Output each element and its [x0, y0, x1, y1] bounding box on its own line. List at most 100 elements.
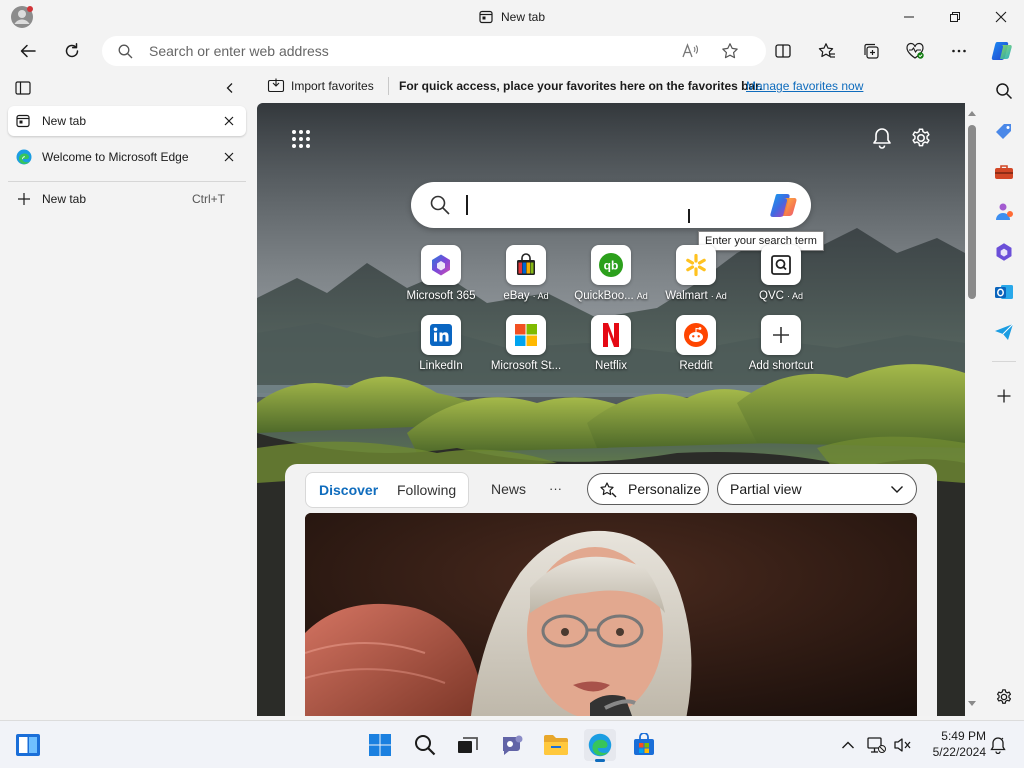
sidebar-microsoft365-button[interactable] [988, 236, 1020, 268]
refresh-button[interactable] [56, 35, 88, 67]
file-explorer-button[interactable] [540, 729, 572, 761]
tile-icon-container [761, 245, 801, 285]
task-view-button[interactable] [452, 729, 484, 761]
more-tabs-button[interactable]: ··· [549, 481, 562, 496]
browser-toolbar [0, 33, 1024, 69]
scroll-thumb[interactable] [968, 125, 976, 299]
personalize-button[interactable]: Personalize [587, 473, 709, 505]
settings-more-button[interactable] [943, 35, 975, 67]
tile-label: Reddit [679, 360, 713, 372]
edge-taskbar-button[interactable] [584, 729, 616, 762]
collections-button[interactable] [855, 35, 887, 67]
close-tab-button[interactable] [220, 148, 238, 166]
tile-label: LinkedIn [419, 360, 463, 372]
restore-icon [950, 11, 960, 22]
read-aloud-button[interactable] [678, 39, 702, 63]
sidebar-tools-button[interactable] [988, 156, 1020, 188]
sidebar-games-button[interactable] [988, 196, 1020, 228]
import-icon [267, 78, 285, 93]
view-mode-select[interactable]: Partial view [717, 473, 917, 505]
volume-button[interactable] [890, 729, 914, 761]
tab-following[interactable]: Following [397, 482, 456, 498]
tab-label: New tab [42, 114, 87, 128]
widgets-icon [16, 734, 40, 756]
windows-logo-icon [369, 734, 391, 756]
tab-welcome-edge[interactable]: Welcome to Microsoft Edge [8, 142, 246, 172]
widgets-button[interactable] [12, 729, 44, 761]
tab-actions-button[interactable] [10, 77, 36, 99]
featured-story-card[interactable] [305, 513, 917, 716]
minimize-button[interactable] [886, 0, 932, 33]
sidebar-shopping-button[interactable] [988, 116, 1020, 148]
network-status-button[interactable] [864, 729, 888, 761]
restore-button[interactable] [932, 0, 978, 33]
profile-avatar[interactable] [10, 5, 34, 29]
teams-chat-button[interactable] [496, 729, 528, 761]
sidebar-add-button[interactable] [988, 380, 1020, 412]
search-icon [415, 735, 436, 756]
tile-label: Add shortcut [748, 360, 814, 372]
collapse-pane-button[interactable] [218, 77, 242, 99]
notification-center-button[interactable] [986, 729, 1010, 761]
ad-badge: · Ad [786, 291, 803, 301]
import-favorites-button[interactable]: Import favorites [267, 75, 374, 97]
favorites-bar: Import favorites For quick access, place… [257, 69, 979, 103]
plus-icon [18, 193, 30, 205]
clock[interactable]: 5:49 PM 5/22/2024 [920, 728, 986, 760]
sidebar-drop-button[interactable] [988, 316, 1020, 348]
sidebar-settings-button[interactable] [988, 681, 1020, 713]
notifications-button[interactable] [867, 123, 897, 153]
page-settings-button[interactable] [906, 123, 936, 153]
divider [388, 77, 389, 95]
shortcut-walmart[interactable]: Walmart · Ad [654, 245, 738, 309]
tab-discover[interactable]: Discover [319, 482, 378, 498]
start-button[interactable] [364, 729, 396, 761]
shortcut-ebay[interactable]: eBay · Ad [484, 245, 568, 309]
copilot-icon [991, 42, 1012, 60]
shortcut-reddit[interactable]: Reddit [654, 315, 738, 379]
apps-launcher-button[interactable] [287, 125, 315, 153]
page-search-box[interactable] [411, 182, 811, 228]
tile-icon-container [506, 245, 546, 285]
tab-new-tab[interactable]: New tab [8, 106, 246, 136]
microsoft-store-button[interactable] [628, 729, 660, 761]
quickbooks-icon: qb [599, 253, 623, 277]
close-tab-button[interactable] [220, 112, 238, 130]
tile-icon-container [591, 315, 631, 355]
new-tab-button[interactable]: New tab Ctrl+T [8, 184, 246, 214]
show-hidden-icons-button[interactable] [836, 729, 860, 761]
games-person-icon [996, 203, 1013, 220]
copilot-button[interactable] [986, 35, 1018, 67]
back-button[interactable] [12, 35, 44, 67]
copilot-icon [770, 194, 797, 217]
shortcut-netflix[interactable]: Netflix [569, 315, 653, 379]
clock-time: 5:49 PM [941, 729, 986, 743]
shortcut-linkedin[interactable]: LinkedIn [399, 315, 483, 379]
scroll-up-icon [968, 111, 976, 116]
task-view-icon [458, 737, 478, 753]
shortcut-qvc[interactable]: QVC · Ad [739, 245, 823, 309]
collections-icon [864, 43, 879, 59]
split-screen-button[interactable] [767, 35, 799, 67]
add-shortcut-button[interactable]: Add shortcut [739, 315, 823, 379]
browser-essentials-button[interactable] [899, 35, 931, 67]
copilot-search-button[interactable] [768, 190, 800, 222]
sidebar-search-button[interactable] [988, 75, 1020, 107]
network-disconnected-icon [867, 737, 886, 753]
add-favorite-button[interactable] [718, 39, 742, 63]
tab-news[interactable]: News [491, 481, 526, 497]
page-scrollbar[interactable] [965, 103, 979, 716]
favorites-button[interactable] [811, 35, 843, 67]
close-window-button[interactable] [978, 0, 1024, 33]
address-input[interactable] [149, 36, 669, 66]
shortcut-quickbooks[interactable]: qb QuickBoo... Ad [569, 245, 653, 309]
shortcut-microsoft-store[interactable]: Microsoft St... [484, 315, 568, 379]
tile-label: eBay [503, 290, 530, 302]
shortcut-microsoft-365[interactable]: Microsoft 365 [399, 245, 483, 309]
manage-favorites-link[interactable]: Manage favorites now [746, 79, 863, 93]
favorites-bar-message: For quick access, place your favorites h… [399, 79, 763, 93]
edge-sidebar [984, 69, 1024, 720]
sidebar-outlook-button[interactable] [988, 276, 1020, 308]
taskbar-search-button[interactable] [409, 729, 441, 761]
address-bar[interactable] [102, 36, 766, 66]
